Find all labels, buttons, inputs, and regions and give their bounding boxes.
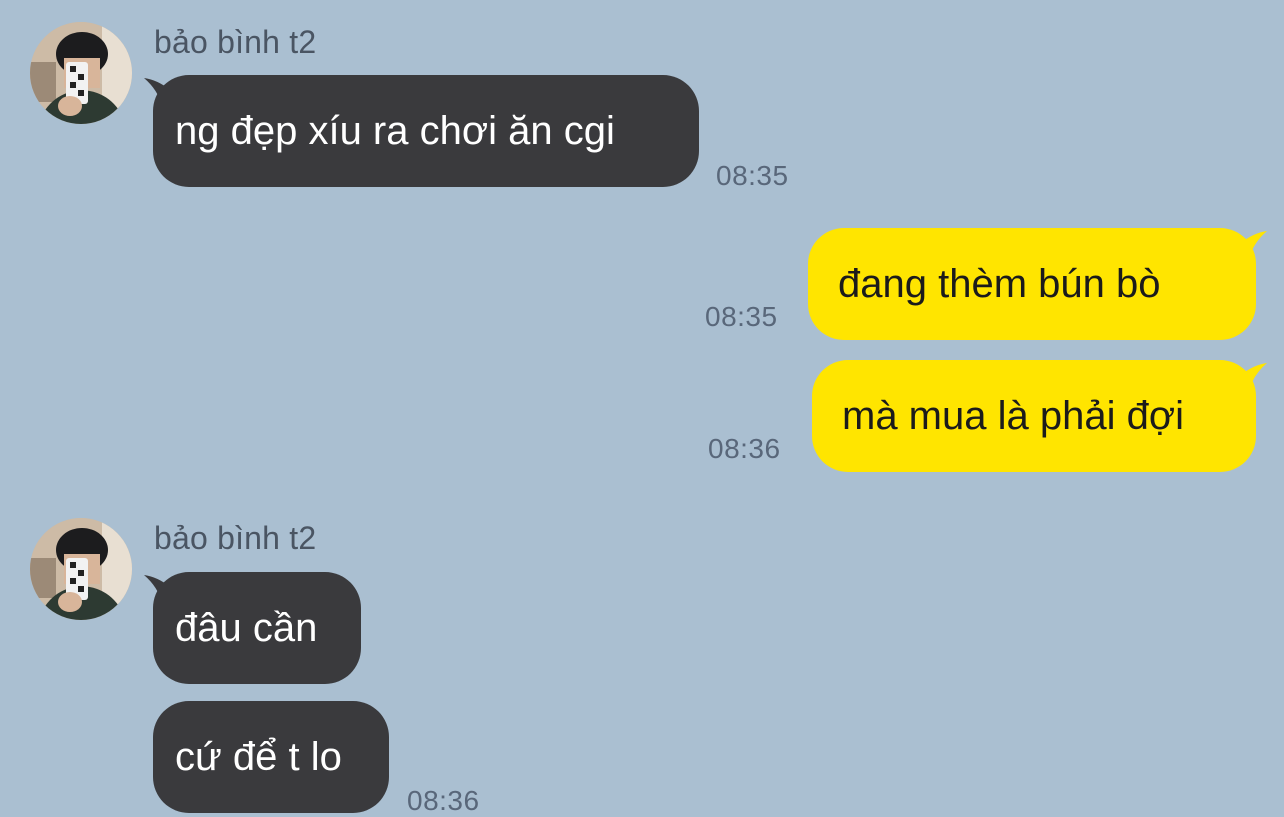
message-timestamp: 08:35 [716,160,789,191]
message-timestamp: 08:35 [705,301,778,332]
contact-avatar[interactable] [30,22,132,124]
message-timestamp: 08:36 [407,785,480,816]
message-text: mà mua là phải đợi [842,394,1184,438]
message-text: ng đẹp xíu ra chơi ăn cgi [175,109,615,153]
message-bubble-outgoing[interactable]: mà mua là phải đợi [812,360,1256,472]
message-text: đâu cần [175,606,318,650]
message-timestamp: 08:36 [708,433,781,464]
contact-avatar[interactable] [30,518,132,620]
sender-name: bảo bình t2 [154,520,317,556]
sender-name: bảo bình t2 [154,24,317,60]
message-bubble-incoming[interactable]: ng đẹp xíu ra chơi ăn cgi [153,75,699,187]
message-bubble-outgoing[interactable]: đang thèm bún bò [808,228,1256,340]
avatar-photo-icon [30,22,132,124]
message-text: đang thèm bún bò [838,262,1161,306]
avatar-photo-icon [30,518,132,620]
chat-thread[interactable]: bảo bình t2 ng đẹp xíu ra chơi ăn cgi 08… [0,0,1284,817]
message-bubble-incoming[interactable]: cứ để t lo [153,701,389,813]
message-text: cứ để t lo [175,735,342,779]
message-bubble-incoming[interactable]: đâu cần [153,572,361,684]
